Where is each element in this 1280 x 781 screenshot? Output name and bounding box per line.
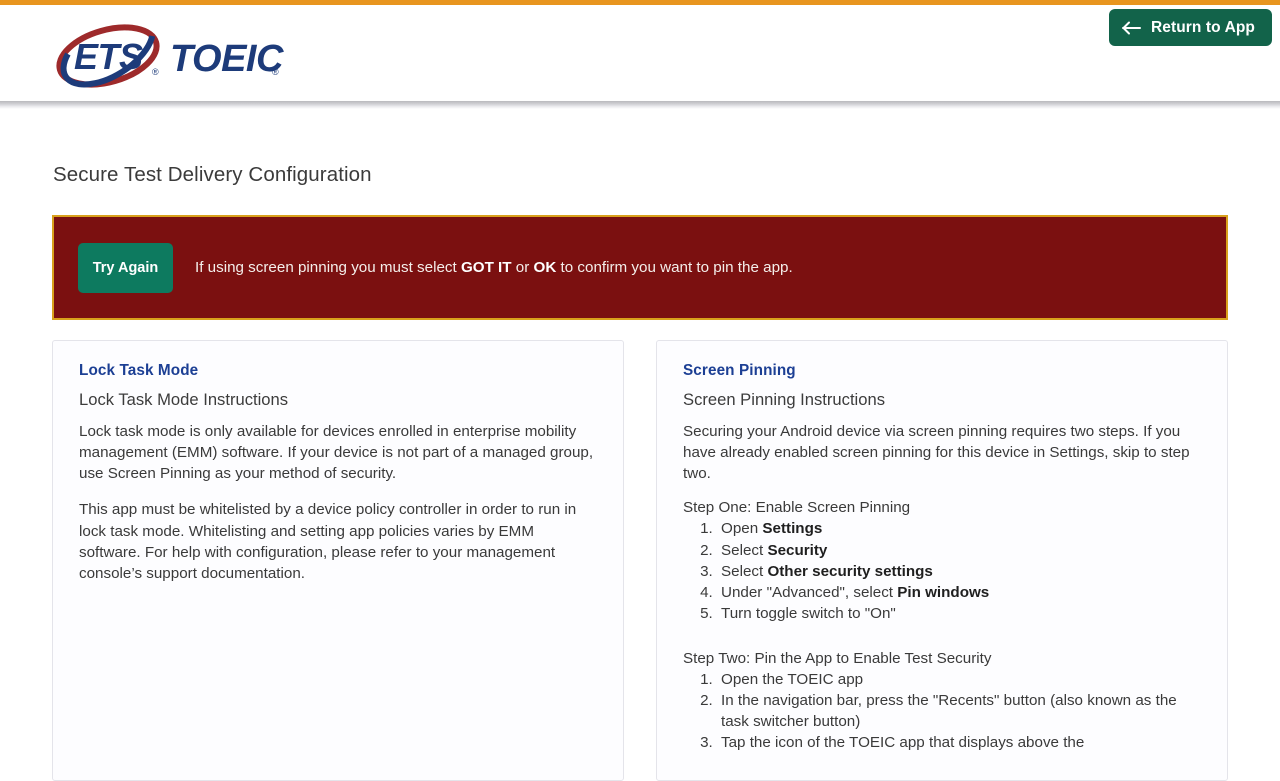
list-item-text: Under "Advanced", select xyxy=(721,583,898,601)
alert-message: If using screen pinning you must select … xyxy=(195,258,793,278)
info-cards-row: Lock Task Mode Lock Task Mode Instructio… xyxy=(52,340,1228,781)
list-item-emphasis: Pin windows xyxy=(897,583,990,601)
card-lock-task-mode-paragraph-1: Lock task mode is only available for dev… xyxy=(79,423,594,483)
svg-text:®: ® xyxy=(152,67,159,77)
svg-text:ETS: ETS xyxy=(74,36,143,77)
list-item-emphasis: Settings xyxy=(762,520,823,538)
list-item: Open the TOEIC app xyxy=(717,669,1201,690)
svg-text:TOEIC: TOEIC xyxy=(170,38,284,80)
alert-message-bold-ok: OK xyxy=(533,258,557,276)
list-item-text: Open the TOEIC app xyxy=(721,671,864,688)
ets-toeic-logo: ETS ® TOEIC ® xyxy=(56,21,288,91)
list-item: In the navigation bar, press the "Recent… xyxy=(717,690,1201,732)
try-again-button[interactable]: Try Again xyxy=(78,242,173,293)
list-item-text: Select xyxy=(721,562,768,580)
svg-text:®: ® xyxy=(272,67,279,77)
step-one-list: Open SettingsSelect SecuritySelect Other… xyxy=(693,518,1201,624)
alert-message-part1: If using screen pinning you must select xyxy=(195,258,461,276)
arrow-left-icon xyxy=(1121,21,1141,34)
list-item-text: Open xyxy=(721,520,763,538)
list-item: Tap the icon of the TOEIC app that displ… xyxy=(717,732,1201,753)
return-to-app-label: Return to App xyxy=(1150,18,1255,36)
step-two-heading: Step Two: Pin the App to Enable Test Sec… xyxy=(683,650,992,667)
alert-message-part3: to confirm you want to pin the app. xyxy=(556,258,793,276)
card-lock-task-mode-title: Lock Task Mode xyxy=(79,362,199,379)
list-item: Select Security xyxy=(717,540,1201,561)
main-content: Secure Test Delivery Configuration Try A… xyxy=(0,109,1280,781)
ets-toeic-logo-svg: ETS ® TOEIC ® xyxy=(56,24,284,88)
app-header: ETS ® TOEIC ® Return to App xyxy=(0,5,1280,101)
card-screen-pinning-subtitle: Screen Pinning Instructions xyxy=(683,390,886,409)
card-lock-task-mode-subtitle: Lock Task Mode Instructions xyxy=(79,390,289,409)
card-screen-pinning-paragraph-1: Securing your Android device via screen … xyxy=(683,423,1190,483)
list-item-text: Tap the icon of the TOEIC app that displ… xyxy=(721,734,1085,752)
step-one-heading: Step One: Enable Screen Pinning xyxy=(683,499,911,517)
card-lock-task-mode: Lock Task Mode Lock Task Mode Instructio… xyxy=(52,340,624,781)
list-item-text: Select xyxy=(721,541,768,559)
error-alert-banner: Try Again If using screen pinning you mu… xyxy=(52,215,1228,320)
return-to-app-button[interactable]: Return to App xyxy=(1108,9,1272,46)
list-item: Under "Advanced", select Pin windows xyxy=(717,582,1201,603)
alert-message-bold-got-it: GOT IT xyxy=(460,258,512,276)
header-shadow xyxy=(0,101,1280,109)
list-item-emphasis: Other security settings xyxy=(767,562,933,580)
page-title: Secure Test Delivery Configuration xyxy=(53,163,372,186)
list-item: Open Settings xyxy=(717,518,1201,539)
list-item: Select Other security settings xyxy=(717,561,1201,582)
list-item: Turn toggle switch to "On" xyxy=(717,603,1201,624)
list-item-text: Turn toggle switch to "On" xyxy=(721,604,896,622)
list-item-emphasis: Security xyxy=(767,541,828,559)
card-screen-pinning: Screen Pinning Screen Pinning Instructio… xyxy=(656,340,1228,781)
list-item-text: In the navigation bar, press the "Recent… xyxy=(721,692,1177,731)
step-two-list: Open the TOEIC app In the navigation bar,… xyxy=(693,669,1201,754)
card-screen-pinning-title: Screen Pinning xyxy=(683,362,796,379)
card-lock-task-mode-paragraph-2: This app must be whitelisted by a device… xyxy=(79,501,577,582)
alert-message-part2: or xyxy=(511,258,534,276)
